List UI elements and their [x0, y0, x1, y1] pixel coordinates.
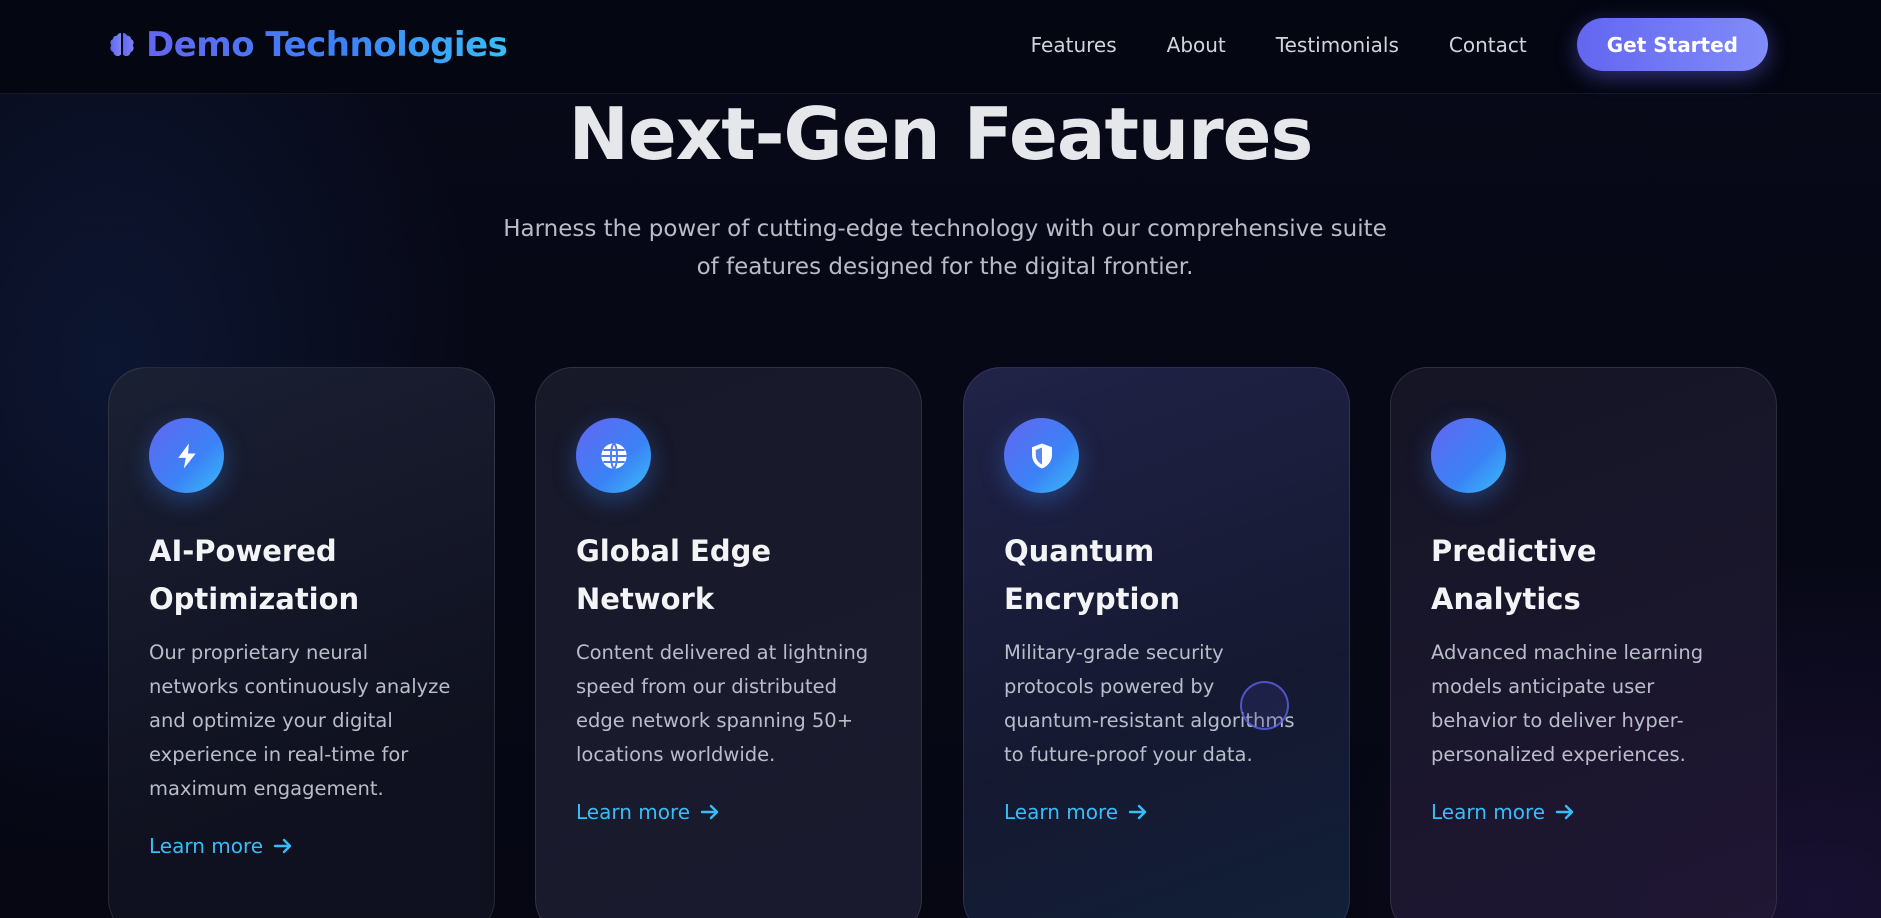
- navbar: Demo Technologies Features About Testimo…: [0, 0, 1881, 94]
- cursor-follower: [1240, 681, 1289, 730]
- section-subtitle-line-2: of features designed for the digital fro…: [696, 254, 1194, 280]
- brand-logo[interactable]: Demo Technologies: [106, 22, 508, 68]
- feature-description: Our proprietary neural networks continuo…: [149, 641, 451, 800]
- learn-more-label: Learn more: [1004, 800, 1119, 824]
- learn-more-link[interactable]: Learn more: [149, 834, 293, 858]
- arrow-right-icon: [1555, 804, 1574, 820]
- globe-icon: [600, 442, 627, 469]
- feature-icon-badge: [149, 418, 224, 493]
- analytics-icon: [1431, 418, 1506, 493]
- learn-more-link[interactable]: Learn more: [1004, 800, 1148, 824]
- nav-links: Features About Testimonials Contact Get …: [1031, 18, 1768, 71]
- feature-title: AI-Powered Optimization: [149, 534, 360, 616]
- section-subtitle: Harness the power of cutting-edge techno…: [490, 210, 1400, 286]
- learn-more-label: Learn more: [576, 800, 691, 824]
- feature-card-quantum-encryption[interactable]: Quantum Encryption Military-grade securi…: [963, 367, 1350, 918]
- feature-description: Advanced machine learning models anticip…: [1431, 641, 1704, 766]
- arrow-right-icon: [700, 804, 719, 820]
- nav-link-contact[interactable]: Contact: [1449, 33, 1527, 57]
- shield-icon: [1031, 443, 1052, 468]
- learn-more-link[interactable]: Learn more: [576, 800, 720, 824]
- learn-more-label: Learn more: [149, 834, 264, 858]
- section-title: Next-Gen Features: [568, 92, 1314, 176]
- arrow-right-icon: [1128, 804, 1147, 820]
- feature-title: Quantum Encryption: [1004, 534, 1180, 616]
- get-started-button[interactable]: Get Started: [1576, 18, 1768, 71]
- feature-icon-badge: [1004, 418, 1079, 493]
- nav-link-about[interactable]: About: [1167, 33, 1226, 57]
- feature-icon-badge: [576, 418, 651, 493]
- arrow-right-icon: [273, 838, 292, 854]
- nav-link-testimonials[interactable]: Testimonials: [1276, 33, 1399, 57]
- feature-title: Global Edge Network: [576, 534, 772, 616]
- feature-card-ai-optimization[interactable]: AI-Powered Optimization Our proprietary …: [108, 367, 495, 918]
- brand-name: Demo Technologies: [146, 25, 508, 65]
- learn-more-label: Learn more: [1431, 800, 1546, 824]
- section-subtitle-line-1: Harness the power of cutting-edge techno…: [503, 216, 1387, 242]
- feature-card-global-edge[interactable]: Global Edge Network Content delivered at…: [535, 367, 922, 918]
- learn-more-link[interactable]: Learn more: [1431, 800, 1575, 824]
- feature-description: Content delivered at lightning speed fro…: [576, 641, 869, 766]
- feature-title: Predictive Analytics: [1431, 534, 1597, 616]
- nav-link-features[interactable]: Features: [1031, 33, 1117, 57]
- brain-icon: [110, 33, 134, 57]
- page: Demo Technologies Features About Testimo…: [0, 0, 1881, 918]
- feature-card-predictive-analytics[interactable]: Predictive Analytics Advanced machine le…: [1390, 367, 1777, 918]
- lightning-bolt-icon: [177, 443, 196, 468]
